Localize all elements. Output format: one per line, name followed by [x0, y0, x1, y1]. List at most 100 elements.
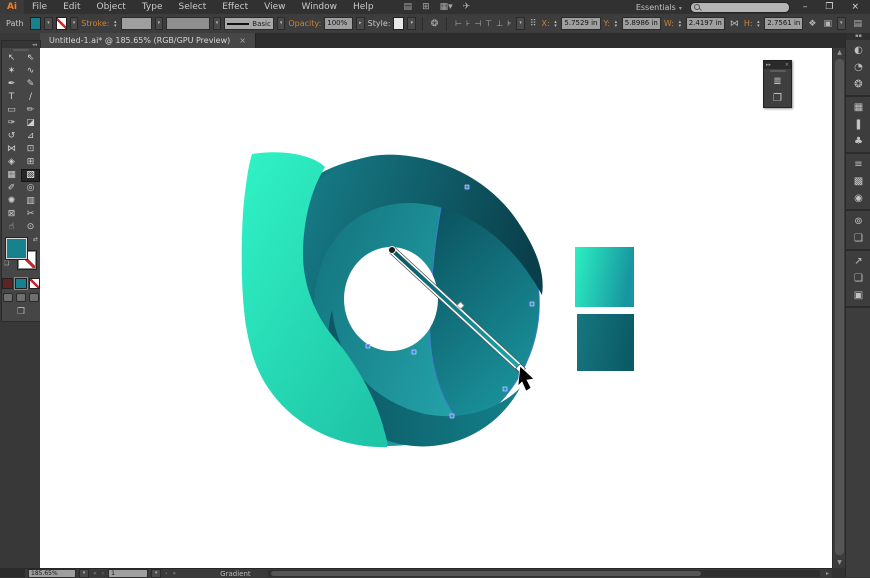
w-stepper[interactable]: ▴▾	[677, 20, 683, 28]
type-tool-icon[interactable]: T	[2, 91, 21, 104]
horizontal-scroll-thumb[interactable]	[271, 571, 701, 576]
rotate-tool-icon[interactable]: ↺	[2, 130, 21, 143]
stroke-color-swatch[interactable]	[56, 17, 67, 30]
minimize-button[interactable]: –	[798, 1, 813, 14]
horizontal-scrollbar[interactable]	[268, 570, 820, 577]
draw-normal-button[interactable]	[3, 293, 13, 302]
brush-dropdown[interactable]: ▾	[277, 17, 286, 30]
gradient-tool-icon[interactable]: ▧	[21, 169, 40, 182]
zoom-tool-icon[interactable]: ⊙	[21, 221, 40, 234]
bridge-icon[interactable]: ▤	[404, 2, 413, 12]
stroke-dropdown[interactable]: ▾	[70, 17, 79, 30]
align-center-icon[interactable]: ⊦	[464, 19, 472, 28]
menu-item-file[interactable]: File	[24, 0, 55, 14]
magic-wand-tool-icon[interactable]: ✶	[2, 65, 21, 78]
none-button[interactable]	[29, 278, 40, 289]
vertical-scrollbar[interactable]: ▲ ▼	[832, 48, 846, 568]
vertical-scroll-thumb[interactable]	[835, 59, 844, 555]
menu-item-help[interactable]: Help	[345, 0, 382, 14]
pen-tool-icon[interactable]: ✒	[2, 78, 21, 91]
dock-header[interactable]: ▪▪	[846, 33, 870, 40]
draw-inside-button[interactable]	[29, 293, 39, 302]
column-graph-tool-icon[interactable]: ▥	[21, 195, 40, 208]
stroke-panel-icon[interactable]: ≡	[846, 156, 870, 173]
workspace-switcher[interactable]: Essentials▾	[636, 3, 682, 12]
swap-fill-stroke-icon[interactable]: ⇄	[33, 236, 38, 243]
align-panel-icon[interactable]: ≣	[768, 73, 788, 90]
w-field[interactable]: 2.4197 in	[686, 17, 725, 30]
arrange-documents-icon[interactable]: ⊞	[422, 2, 430, 12]
layout-dropdown-icon[interactable]: ▦▾	[440, 2, 453, 12]
menu-item-type[interactable]: Type	[134, 0, 171, 14]
panel-toggle-icon[interactable]: ▤	[852, 19, 865, 29]
fill-indicator-swatch[interactable]	[6, 238, 27, 259]
brush-definition[interactable]: Basic	[224, 17, 274, 30]
canvas[interactable]	[40, 48, 832, 568]
free-transform-tool-icon[interactable]: ⊡	[21, 143, 40, 156]
document-tab[interactable]: Untitled-1.ai* @ 185.65% (RGB/GPU Previe…	[40, 33, 256, 48]
layers-panel-icon[interactable]: ❏	[846, 270, 870, 287]
x-field[interactable]: 5.7529 in	[561, 17, 600, 30]
rectangle-tool-icon[interactable]: ▭	[2, 104, 21, 117]
opacity-field[interactable]: 100%	[324, 17, 353, 30]
search-input[interactable]	[690, 2, 790, 13]
next-artboard-icon[interactable]: ›	[164, 570, 168, 577]
recolor-artwork-icon[interactable]: ❂	[429, 19, 441, 29]
scale-tool-icon[interactable]: ⊿	[21, 130, 40, 143]
stroke-weight-field[interactable]	[121, 17, 152, 30]
stroke-weight-dropdown[interactable]: ▾	[155, 17, 164, 30]
artboards-panel-icon[interactable]: ▣	[846, 287, 870, 304]
align-left-icon[interactable]: ⊢	[453, 19, 464, 28]
color-panel-icon[interactable]: ◐	[846, 42, 870, 59]
style-swatch[interactable]	[393, 17, 404, 30]
eraser-tool-icon[interactable]: ◪	[21, 117, 40, 130]
pencil-tool-icon[interactable]: ✑	[2, 117, 21, 130]
perspective-grid-tool-icon[interactable]: ⊞	[21, 156, 40, 169]
scroll-right-icon[interactable]: ▸	[823, 570, 832, 577]
align-right-icon[interactable]: ⊣	[472, 19, 483, 28]
share-icon[interactable]: ✈	[463, 2, 471, 12]
transparency-panel-icon[interactable]: ◉	[846, 190, 870, 207]
artboard-tool-icon[interactable]: ⊠	[2, 208, 21, 221]
h-field[interactable]: 2.7561 in	[764, 17, 803, 30]
width-profile-dropdown[interactable]: ▾	[213, 17, 222, 30]
shape-mode-dropdown[interactable]: ▾	[837, 17, 846, 30]
fill-color-swatch[interactable]	[30, 17, 41, 30]
align-top-icon[interactable]: ⊤	[483, 19, 494, 28]
menu-item-select[interactable]: Select	[170, 0, 214, 14]
hand-tool-icon[interactable]: ☝	[2, 221, 21, 234]
graphic-styles-panel-icon[interactable]: ❑	[846, 230, 870, 247]
recolor-artwork-panel-icon[interactable]: ❂	[846, 76, 870, 93]
draw-behind-button[interactable]	[16, 293, 26, 302]
shape-mode-icon[interactable]: ▣	[821, 19, 834, 29]
x-stepper[interactable]: ▴▾	[553, 20, 559, 28]
style-dropdown[interactable]: ▾	[407, 17, 416, 30]
stroke-weight-stepper[interactable]: ▴▾	[112, 20, 118, 28]
y-stepper[interactable]: ▴▾	[613, 20, 619, 28]
first-artboard-icon[interactable]: «	[92, 570, 98, 577]
width-profile-field[interactable]	[166, 17, 210, 30]
brushes-panel-icon[interactable]: ❚	[846, 116, 870, 133]
menu-item-effect[interactable]: Effect	[214, 0, 256, 14]
stroke-label[interactable]: Stroke:	[81, 19, 109, 28]
h-stepper[interactable]: ▴▾	[756, 20, 762, 28]
slice-tool-icon[interactable]: ✂	[21, 208, 40, 221]
artboard-artwork[interactable]	[40, 48, 832, 568]
close-icon[interactable]: ×	[785, 62, 789, 68]
pathfinder-panel-icon[interactable]: ❐	[768, 90, 788, 107]
symbol-sprayer-tool-icon[interactable]: ✺	[2, 195, 21, 208]
menu-item-edit[interactable]: Edit	[55, 0, 88, 14]
mesh-tool-icon[interactable]: ▦	[2, 169, 21, 182]
tools-panel-header[interactable]: ◂◂	[2, 41, 40, 48]
restore-button[interactable]: ❐	[820, 1, 838, 14]
default-fill-stroke-icon[interactable]: ❏	[4, 260, 9, 267]
lasso-tool-icon[interactable]: ∿	[21, 65, 40, 78]
width-tool-icon[interactable]: ⋈	[2, 143, 21, 156]
eyedropper-tool-icon[interactable]: ✐	[2, 182, 21, 195]
align-dropdown[interactable]: ▾	[516, 17, 525, 30]
curvature-tool-icon[interactable]: ✎	[21, 78, 40, 91]
menu-item-view[interactable]: View	[256, 0, 293, 14]
close-button[interactable]: ×	[846, 1, 864, 14]
menu-item-window[interactable]: Window	[294, 0, 346, 14]
color-button[interactable]	[2, 278, 13, 289]
